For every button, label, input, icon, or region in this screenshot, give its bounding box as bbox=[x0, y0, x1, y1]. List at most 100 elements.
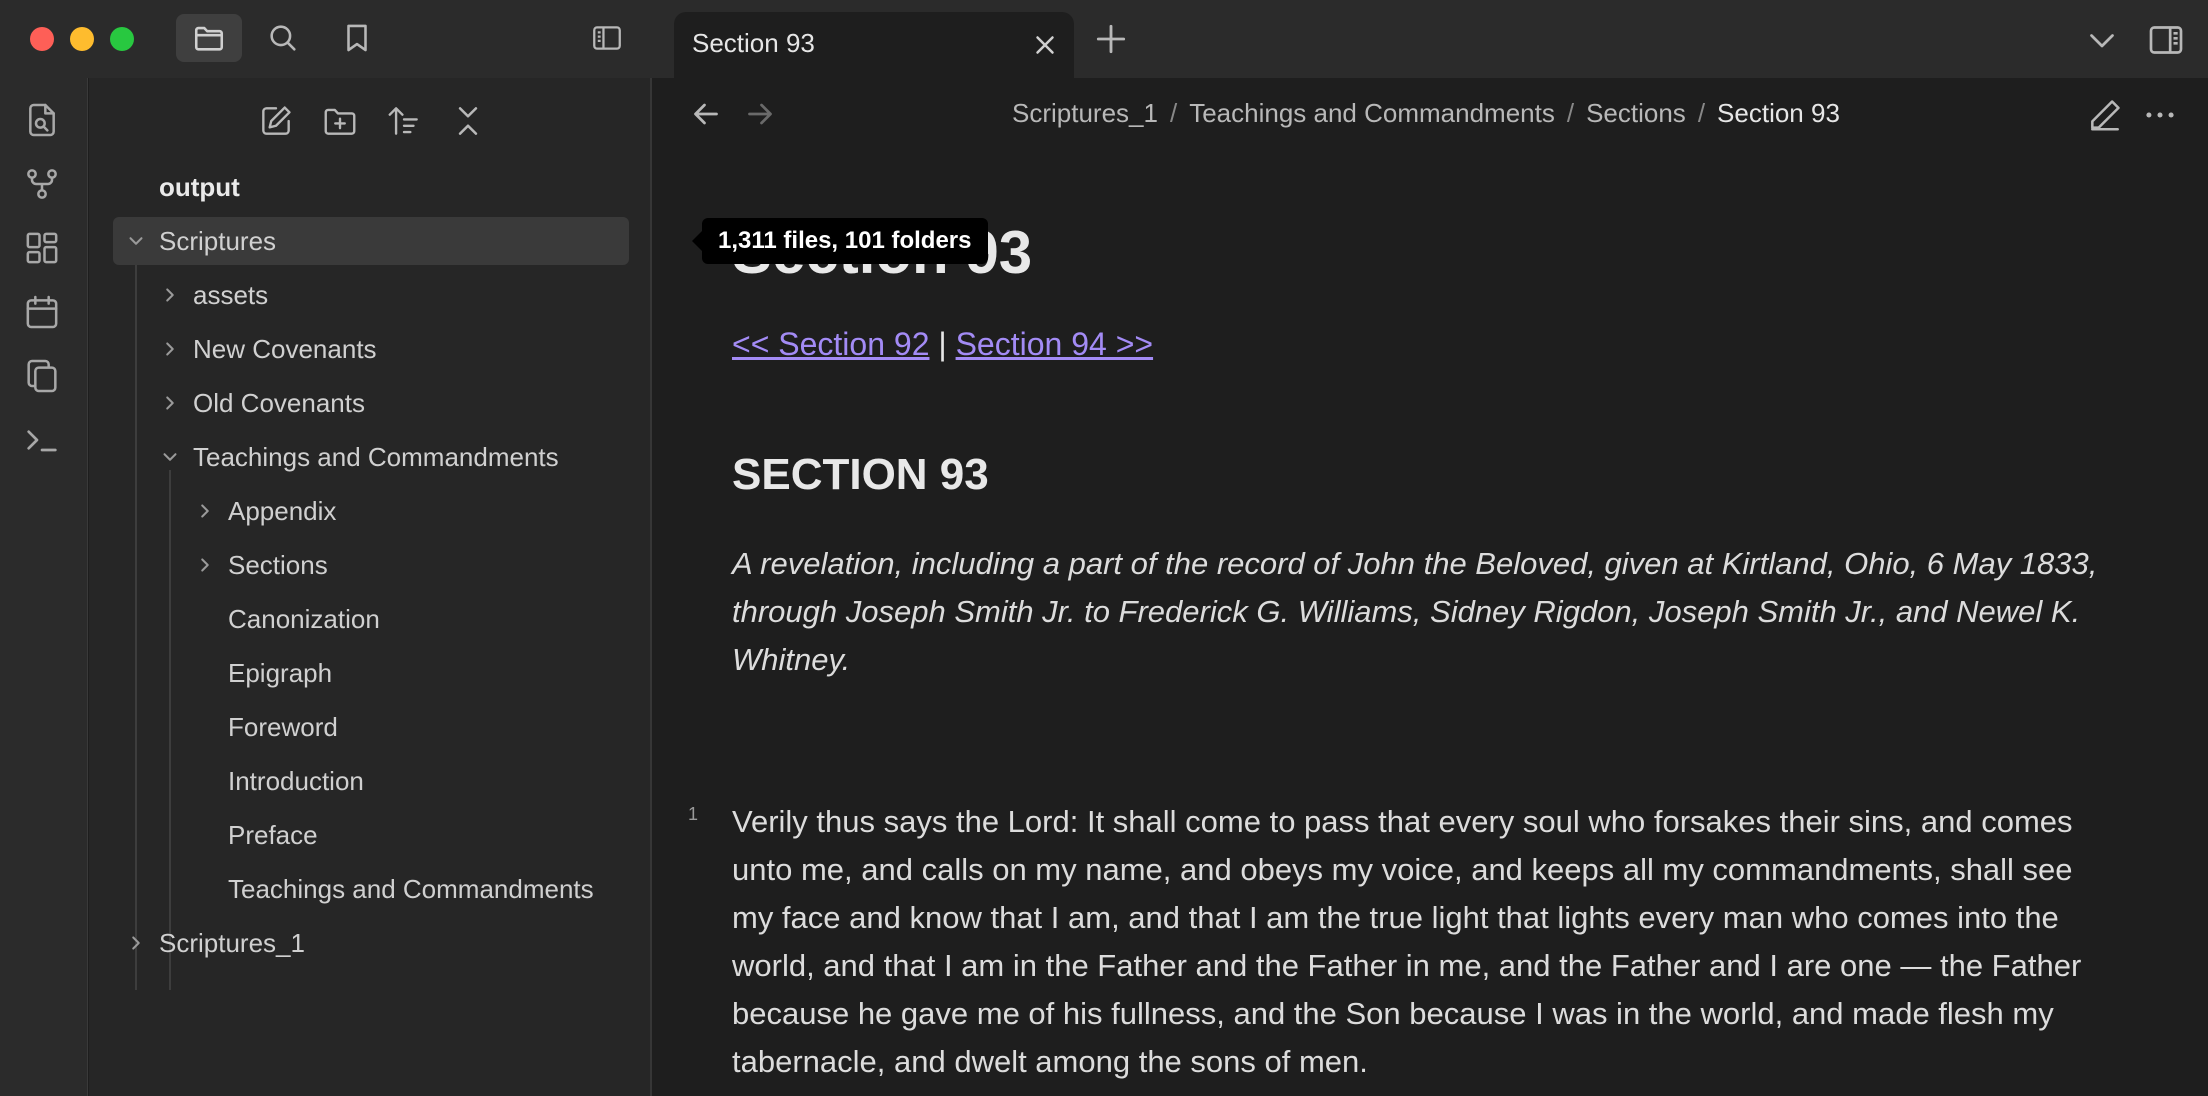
breadcrumb-item[interactable]: Sections bbox=[1586, 98, 1686, 129]
tree-item-label: Old Covenants bbox=[193, 387, 365, 418]
back-arrow-icon[interactable] bbox=[688, 96, 724, 132]
tree-item-label: assets bbox=[193, 279, 269, 310]
breadcrumb-item[interactable]: Scriptures_1 bbox=[1012, 98, 1158, 129]
window-maximize-button[interactable] bbox=[110, 27, 134, 51]
tree-item-foreword[interactable]: Foreword bbox=[228, 703, 338, 751]
next-section-link[interactable]: Section 94 >> bbox=[956, 326, 1153, 362]
file-search-icon bbox=[29, 103, 55, 137]
new-folder-button[interactable] bbox=[321, 102, 359, 145]
section-intro: A revelation, including a part of the re… bbox=[732, 546, 2098, 677]
sidebar-left-icon bbox=[593, 26, 621, 50]
left-sidebar-toggle[interactable] bbox=[574, 14, 640, 62]
prev-section-link[interactable]: << Section 92 bbox=[732, 326, 929, 362]
breadcrumb-current[interactable]: Section 93 bbox=[1717, 98, 1840, 129]
more-options-icon[interactable] bbox=[2140, 96, 2180, 134]
tree-item-label: Appendix bbox=[228, 495, 337, 526]
terminal-icon bbox=[27, 430, 57, 452]
tree-indent-guide bbox=[169, 470, 171, 990]
tree-item-scriptures-1[interactable]: Scriptures_1 bbox=[132, 919, 305, 967]
tree-item-output[interactable]: output bbox=[159, 163, 240, 211]
tree-item-sections[interactable]: Sections bbox=[201, 541, 328, 589]
tree-item-scriptures[interactable]: Scriptures bbox=[113, 217, 629, 265]
sort-button[interactable] bbox=[385, 102, 423, 145]
window-minimize-button[interactable] bbox=[70, 27, 94, 51]
search-view-button[interactable] bbox=[250, 14, 316, 62]
sidebar-right-icon[interactable] bbox=[2146, 20, 2186, 60]
folder-icon bbox=[194, 26, 224, 51]
chevron-right-icon bbox=[132, 936, 140, 950]
link-separator: | bbox=[929, 326, 956, 362]
daily-note-button[interactable] bbox=[22, 292, 62, 332]
chevron-right-icon bbox=[166, 396, 174, 410]
open-quick-switcher-button[interactable] bbox=[22, 100, 62, 140]
tree-item-teachings-and-commandments-note[interactable]: Teachings and Commandments bbox=[228, 865, 594, 913]
breadcrumb-separator: / bbox=[1566, 98, 1575, 128]
sort-ascending-icon bbox=[388, 107, 418, 135]
tree-item-label: Epigraph bbox=[228, 657, 333, 688]
tree-item-label: output bbox=[159, 171, 240, 202]
folder-stats-tooltip: 1,311 files, 101 folders bbox=[692, 218, 988, 264]
window-close-button[interactable] bbox=[30, 27, 54, 51]
canvas-button[interactable] bbox=[22, 228, 62, 268]
edit-icon bbox=[262, 106, 291, 135]
tree-item-label: Scriptures bbox=[159, 225, 277, 256]
close-icon[interactable] bbox=[1030, 30, 1060, 60]
tree-item-label: Introduction bbox=[228, 765, 364, 796]
chevron-right-icon bbox=[166, 342, 174, 356]
tree-item-canonization[interactable]: Canonization bbox=[228, 595, 380, 643]
tree-item-introduction[interactable]: Introduction bbox=[228, 757, 364, 805]
section-nav-links: << Section 92 | Section 94 >> bbox=[732, 326, 1153, 363]
tree-item-label: Preface bbox=[228, 819, 318, 850]
tree-item-new-covenants[interactable]: New Covenants bbox=[166, 325, 377, 373]
graph-view-button[interactable] bbox=[22, 164, 62, 204]
command-palette-button[interactable] bbox=[22, 420, 62, 460]
tree-item-label: New Covenants bbox=[193, 333, 377, 364]
forward-arrow-icon[interactable] bbox=[742, 96, 778, 132]
breadcrumb: Scriptures_1 / Teachings and Commandment… bbox=[1012, 98, 1840, 129]
chevron-down-icon bbox=[163, 453, 177, 461]
tree-item-label: Teachings and Commandments bbox=[193, 441, 559, 472]
bookmarks-view-button[interactable] bbox=[324, 14, 390, 62]
chevrons-collapse-icon bbox=[458, 107, 478, 135]
section-heading: SECTION 93 bbox=[732, 450, 989, 499]
ribbon bbox=[0, 78, 88, 1096]
tree-item-label: Sections bbox=[228, 549, 328, 580]
tree-item-old-covenants[interactable]: Old Covenants bbox=[166, 379, 365, 427]
tree-item-preface[interactable]: Preface bbox=[228, 811, 318, 859]
chevron-right-icon bbox=[166, 288, 174, 302]
tab-section-93[interactable]: Section 93 bbox=[674, 12, 1074, 78]
chevron-down-icon bbox=[129, 237, 143, 245]
tree-indent-guide bbox=[135, 242, 137, 990]
tree-item-label: Scriptures_1 bbox=[159, 927, 305, 958]
verse-number: 1 bbox=[688, 804, 699, 824]
tree-item-teachings-and-commandments-folder[interactable]: Teachings and Commandments bbox=[163, 433, 559, 481]
tree-item-epigraph[interactable]: Epigraph bbox=[228, 649, 332, 697]
tree-item-label: Canonization bbox=[228, 603, 380, 634]
chevron-right-icon bbox=[201, 504, 209, 518]
breadcrumb-separator: / bbox=[1169, 98, 1178, 128]
chevron-right-icon bbox=[201, 558, 209, 572]
files-view-button[interactable] bbox=[176, 14, 242, 62]
tree-item-assets[interactable]: assets bbox=[166, 271, 269, 319]
breadcrumb-item[interactable]: Teachings and Commandments bbox=[1189, 98, 1555, 129]
folder-plus-icon bbox=[324, 108, 356, 135]
new-note-button[interactable] bbox=[257, 102, 295, 145]
bookmark-icon bbox=[347, 24, 367, 52]
collapse-all-button[interactable] bbox=[449, 102, 487, 145]
calendar-icon bbox=[26, 295, 58, 329]
breadcrumb-separator: / bbox=[1697, 98, 1706, 128]
tab-title: Section 93 bbox=[692, 28, 815, 58]
tree-item-label: Teachings and Commandments bbox=[228, 873, 594, 904]
title-bar: Section 93 bbox=[0, 0, 2208, 78]
layout-dashboard-icon bbox=[26, 232, 58, 264]
file-explorer: output Scriptures assets New Covenants O… bbox=[89, 78, 652, 1096]
copy-icon bbox=[27, 359, 57, 393]
search-icon bbox=[270, 25, 296, 51]
new-tab-plus-icon[interactable] bbox=[1092, 20, 1130, 58]
templates-button[interactable] bbox=[22, 356, 62, 396]
git-fork-icon bbox=[27, 169, 57, 199]
pencil-icon[interactable] bbox=[2086, 96, 2124, 134]
tree-item-appendix[interactable]: Appendix bbox=[201, 487, 337, 535]
tree-item-label: Foreword bbox=[228, 711, 338, 742]
chevron-down-icon[interactable] bbox=[2084, 22, 2120, 58]
